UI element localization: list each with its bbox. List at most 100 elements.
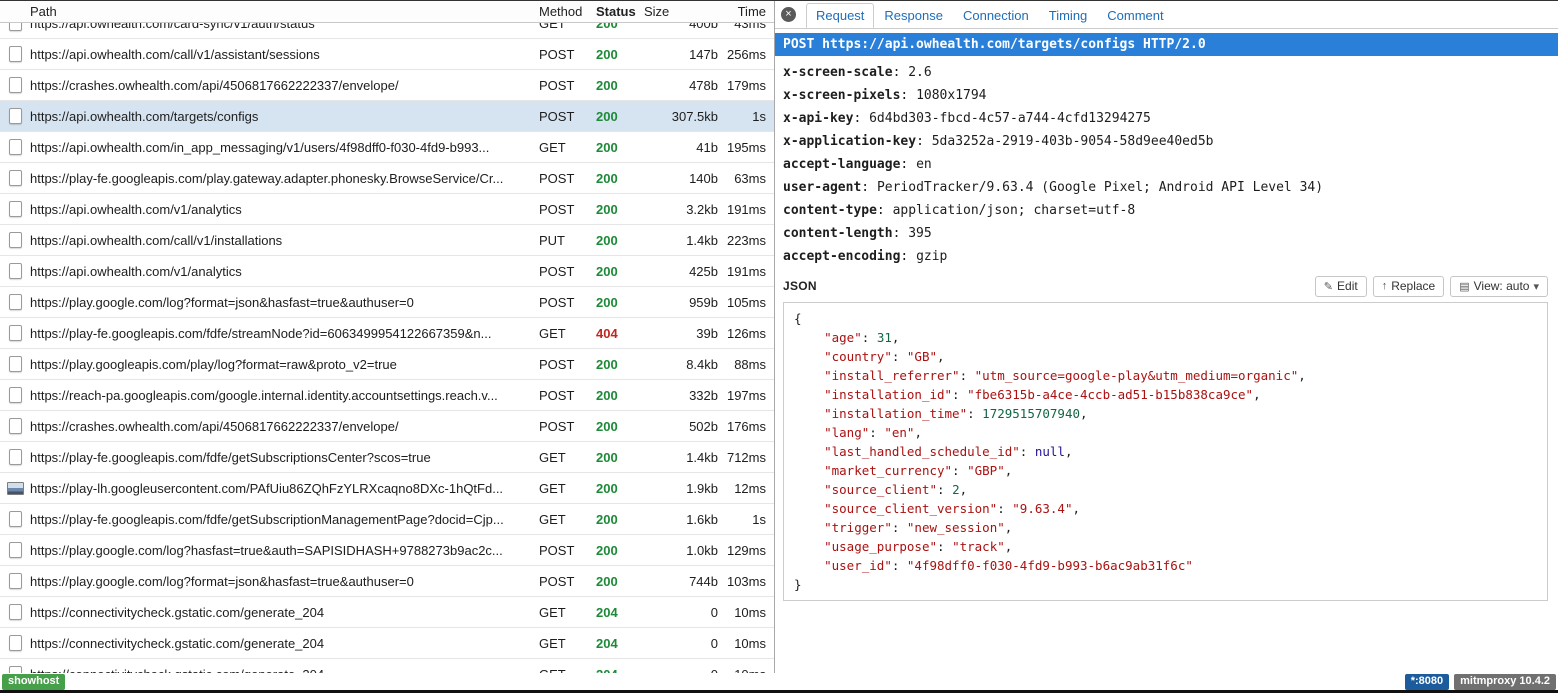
flow-size: 0: [642, 605, 718, 620]
footer-bar: showhost *:8080 mitmproxy 10.4.2: [0, 673, 1558, 690]
flow-size: 147b: [642, 47, 718, 62]
request-header-line: x-application-key: 5da3252a-2919-403b-90…: [783, 130, 1550, 153]
column-header-status[interactable]: Status: [596, 4, 642, 19]
flow-path: https://play.google.com/log?hasfast=true…: [30, 543, 539, 558]
json-code-line: "age": 31,: [794, 328, 1537, 347]
flow-type-icon: [9, 139, 22, 155]
tab-response[interactable]: Response: [874, 3, 953, 28]
tab-timing[interactable]: Timing: [1039, 3, 1098, 28]
flow-type-icon: [9, 418, 22, 434]
header-value: en: [916, 157, 932, 172]
header-value: 2.6: [908, 65, 931, 80]
showhost-badge[interactable]: showhost: [2, 674, 65, 690]
table-row[interactable]: https://api.owhealth.com/v1/analytics PO…: [0, 256, 774, 287]
table-row[interactable]: https://reach-pa.googleapis.com/google.i…: [0, 380, 774, 411]
body-format-label: JSON: [783, 279, 1309, 293]
flow-path: https://api.owhealth.com/targets/configs: [30, 109, 539, 124]
tab-connection[interactable]: Connection: [953, 3, 1039, 28]
table-row[interactable]: https://api.owhealth.com/targets/configs…: [0, 101, 774, 132]
flow-type-icon: [9, 325, 22, 341]
request-header-line: x-screen-scale: 2.6: [783, 61, 1550, 84]
view-mode-dropdown[interactable]: ▤View: auto ▾: [1450, 276, 1548, 297]
edit-button[interactable]: ✎Edit: [1315, 276, 1367, 297]
flow-size: 1.4kb: [642, 450, 718, 465]
flow-time: 197ms: [718, 388, 774, 403]
flow-type-icon: [9, 23, 22, 31]
table-row[interactable]: https://play.googleapis.com/play/log?for…: [0, 349, 774, 380]
replace-button[interactable]: ↑Replace: [1373, 276, 1445, 297]
table-row[interactable]: https://api.owhealth.com/v1/analytics PO…: [0, 194, 774, 225]
table-row[interactable]: https://play-fe.googleapis.com/fdfe/getS…: [0, 442, 774, 473]
flow-status: 200: [596, 47, 642, 62]
flow-size: 744b: [642, 574, 718, 589]
flow-type-icon: [9, 232, 22, 248]
column-header-time[interactable]: Time: [718, 4, 774, 19]
flow-status: 200: [596, 109, 642, 124]
flow-status: 200: [596, 357, 642, 372]
tab-comment[interactable]: Comment: [1097, 3, 1173, 28]
tab-request[interactable]: Request: [806, 3, 874, 28]
table-row[interactable]: https://api.owhealth.com/in_app_messagin…: [0, 132, 774, 163]
json-body[interactable]: { "age": 31, "country": "GB", "install_r…: [783, 302, 1548, 601]
flow-path: https://api.owhealth.com/call/v1/install…: [30, 233, 539, 248]
table-row[interactable]: https://api.owhealth.com/call/v1/assista…: [0, 39, 774, 70]
column-header-method[interactable]: Method: [539, 4, 596, 19]
table-row[interactable]: https://connectivitycheck.gstatic.com/ge…: [0, 628, 774, 659]
flow-time: 256ms: [718, 47, 774, 62]
json-code-line: "trigger": "new_session",: [794, 518, 1537, 537]
table-row[interactable]: https://api.owhealth.com/card-sync/v1/au…: [0, 23, 774, 39]
upload-icon: ↑: [1382, 280, 1388, 292]
flow-path: https://api.owhealth.com/card-sync/v1/au…: [30, 23, 539, 31]
header-name: x-screen-scale: [783, 65, 893, 80]
header-name: user-agent: [783, 180, 861, 195]
header-name: content-type: [783, 203, 877, 218]
table-row[interactable]: https://play-fe.googleapis.com/play.gate…: [0, 163, 774, 194]
header-separator: :: [861, 180, 877, 195]
flow-type-icon: [9, 356, 22, 372]
flow-time: 88ms: [718, 357, 774, 372]
json-code-line: "lang": "en",: [794, 423, 1537, 442]
flow-status: 204: [596, 605, 642, 620]
flow-status: 200: [596, 388, 642, 403]
header-name: accept-language: [783, 157, 900, 172]
header-value: 5da3252a-2919-403b-9054-58d9ee40ed5b: [932, 134, 1214, 149]
table-row[interactable]: https://play-lh.googleusercontent.com/PA…: [0, 473, 774, 504]
flow-path: https://play-fe.googleapis.com/play.gate…: [30, 171, 539, 186]
table-row[interactable]: https://play-fe.googleapis.com/fdfe/stre…: [0, 318, 774, 349]
header-separator: :: [877, 203, 893, 218]
flow-type-icon: [9, 542, 22, 558]
flow-time: 712ms: [718, 450, 774, 465]
json-code-line: "usage_purpose": "track",: [794, 537, 1537, 556]
table-row[interactable]: https://play.google.com/log?hasfast=true…: [0, 535, 774, 566]
column-header-size[interactable]: Size: [642, 4, 718, 19]
flow-time: 191ms: [718, 202, 774, 217]
flow-size: 1.9kb: [642, 481, 718, 496]
table-row[interactable]: https://connectivitycheck.gstatic.com/ge…: [0, 597, 774, 628]
table-row[interactable]: https://play.google.com/log?format=json&…: [0, 287, 774, 318]
flow-method: POST: [539, 264, 596, 279]
column-header-path[interactable]: Path: [30, 4, 539, 19]
mitmweb-window: Path Method Status Size Time https://api…: [0, 0, 1558, 693]
header-value: PeriodTracker/9.63.4 (Google Pixel; Andr…: [877, 180, 1323, 195]
header-name: x-screen-pixels: [783, 88, 900, 103]
table-row[interactable]: https://crashes.owhealth.com/api/4506817…: [0, 411, 774, 442]
flow-time: 105ms: [718, 295, 774, 310]
request-headers: x-screen-scale: 2.6x-screen-pixels: 1080…: [775, 56, 1558, 272]
flow-method: POST: [539, 357, 596, 372]
header-value: gzip: [916, 249, 947, 264]
table-row[interactable]: https://play-fe.googleapis.com/fdfe/getS…: [0, 504, 774, 535]
table-row[interactable]: https://connectivitycheck.gstatic.com/ge…: [0, 659, 774, 673]
table-row[interactable]: https://crashes.owhealth.com/api/4506817…: [0, 70, 774, 101]
flow-size: 1.0kb: [642, 543, 718, 558]
flow-time: 129ms: [718, 543, 774, 558]
close-detail-icon[interactable]: ×: [781, 7, 796, 22]
flow-time: 195ms: [718, 140, 774, 155]
flow-path: https://reach-pa.googleapis.com/google.i…: [30, 388, 539, 403]
flow-size: 1.6kb: [642, 512, 718, 527]
table-row[interactable]: https://api.owhealth.com/call/v1/install…: [0, 225, 774, 256]
request-first-line[interactable]: POST https://api.owhealth.com/targets/co…: [775, 33, 1558, 56]
flow-type-icon: [9, 294, 22, 310]
flow-path: https://play.google.com/log?format=json&…: [30, 295, 539, 310]
flow-size: 307.5kb: [642, 109, 718, 124]
table-row[interactable]: https://play.google.com/log?format=json&…: [0, 566, 774, 597]
